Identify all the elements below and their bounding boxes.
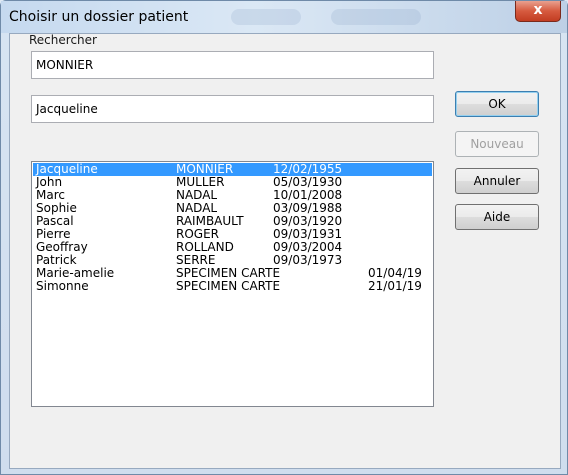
titlebar-decoration: [331, 9, 421, 25]
nouveau-button[interactable]: Nouveau: [455, 131, 539, 157]
patient-row[interactable]: Geoffray ROLLAND 09/03/2004: [33, 241, 432, 254]
close-button[interactable]: x: [515, 1, 561, 22]
patient-last-name: SPECIMEN CARTE: [176, 279, 281, 293]
nouveau-button-label: Nouveau: [470, 137, 524, 151]
patient-birth-date: 09/03/1973: [273, 253, 343, 267]
annuler-button-label: Annuler: [473, 174, 521, 188]
search-label: Rechercher: [29, 33, 97, 47]
titlebar-decoration: [231, 9, 301, 25]
ok-button[interactable]: OK: [455, 91, 539, 117]
title-bar[interactable]: Choisir un dossier patient: [1, 1, 567, 33]
patient-row[interactable]: Pascal RAIMBAULT 09/03/1920: [33, 215, 432, 228]
patient-row[interactable]: Marc NADAL 10/01/2008: [33, 189, 432, 202]
patient-extra-date: 21/01/19: [368, 280, 422, 293]
dialog-window: Choisir un dossier patient x Rechercher …: [0, 0, 568, 475]
patient-row[interactable]: Simonne SPECIMEN CARTE 21/01/19: [33, 280, 432, 293]
aide-button[interactable]: Aide: [455, 204, 539, 230]
annuler-button[interactable]: Annuler: [455, 168, 539, 194]
patient-extra-date: 01/04/19: [368, 267, 422, 280]
patient-row[interactable]: John MULLER 05/03/1930: [33, 176, 432, 189]
patient-row[interactable]: Jacqueline MONNIER 12/02/1955: [33, 163, 432, 176]
close-icon: x: [533, 2, 543, 18]
patient-first-name: Simonne: [36, 279, 89, 293]
patient-list[interactable]: Jacqueline MONNIER 12/02/1955 John MULLER 05/…: [31, 161, 434, 407]
ok-button-label: OK: [488, 97, 506, 111]
lastname-search-input[interactable]: MONNIER: [31, 51, 434, 79]
window-title: Choisir un dossier patient: [9, 9, 189, 25]
firstname-search-input[interactable]: Jacqueline: [31, 95, 434, 123]
aide-button-label: Aide: [483, 210, 511, 224]
